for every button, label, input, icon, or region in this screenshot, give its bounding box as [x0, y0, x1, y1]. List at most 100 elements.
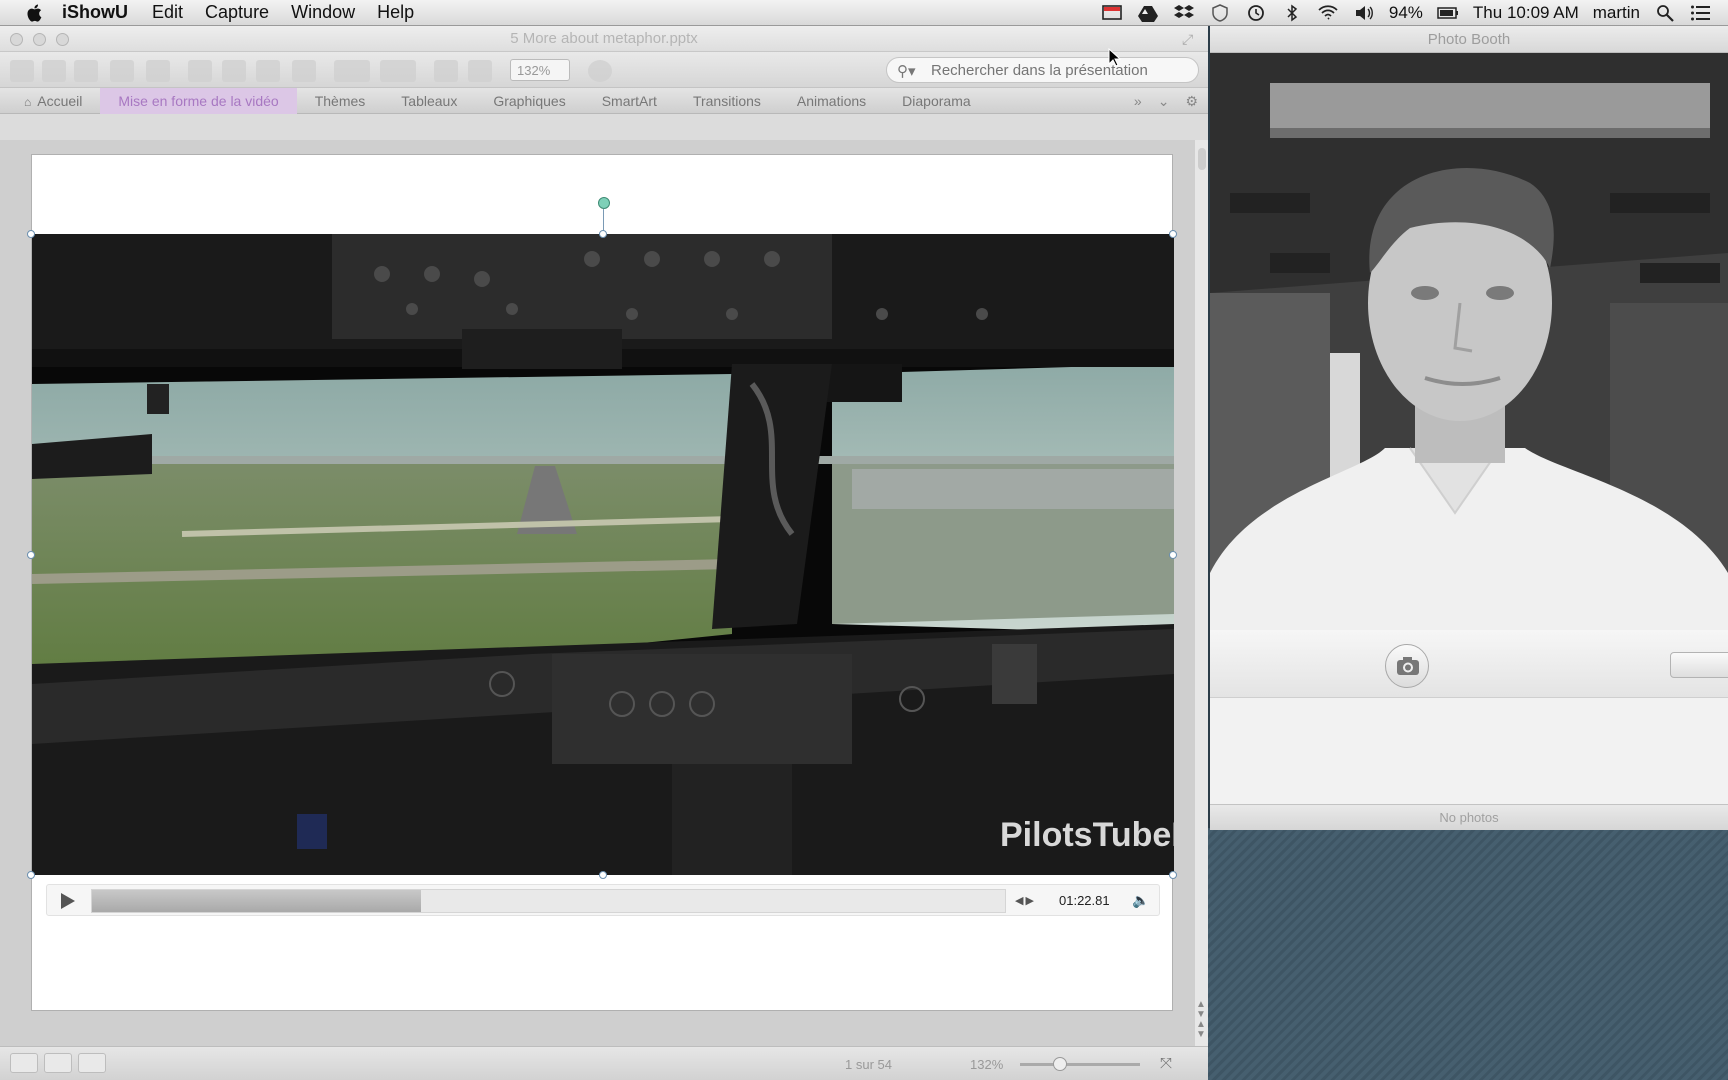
desktop-background: [1206, 828, 1728, 1080]
ribbon-tabs: ⌂ Accueil Mise en forme de la vidéo Thème…: [0, 87, 1208, 114]
video-frame[interactable]: PilotsTubeHD: [32, 234, 1174, 875]
save-icon[interactable]: [110, 60, 134, 82]
battery-icon[interactable]: [1437, 3, 1459, 23]
tab-label: Accueil: [37, 92, 83, 109]
shield-icon[interactable]: [1209, 3, 1231, 23]
more-tabs-icon[interactable]: »: [1134, 93, 1142, 109]
effects-button[interactable]: [1670, 652, 1728, 678]
selection-handle-br[interactable]: [1169, 871, 1177, 879]
tab-mise-en-forme-video[interactable]: Mise en forme de la vidéo: [100, 87, 297, 114]
collapse-ribbon-icon[interactable]: ⌄: [1158, 93, 1170, 110]
battery-percent: 94%: [1388, 3, 1423, 22]
volume-icon[interactable]: [1353, 3, 1375, 23]
search-field[interactable]: ⚲▾: [886, 57, 1199, 83]
video-time: 01:22.81: [1059, 893, 1110, 908]
video-scrubber[interactable]: [91, 889, 1006, 913]
photobooth-window: Photo Booth No photos: [1210, 26, 1728, 830]
print-icon[interactable]: [146, 60, 170, 82]
ribbon-settings-icon[interactable]: ⚙: [1185, 93, 1198, 110]
powerpoint-window: 5 More about metaphor.pptx ⤢ 132% ⚲▾ ⌂ Ac…: [0, 26, 1208, 1080]
photo-count: No photos: [1210, 804, 1728, 830]
spotlight-icon[interactable]: [1654, 3, 1676, 23]
step-icon[interactable]: ◀▶: [1015, 894, 1036, 907]
format-painter-icon[interactable]: [292, 60, 316, 82]
selection-handle-b[interactable]: [599, 871, 607, 879]
take-photo-button[interactable]: [1385, 644, 1429, 688]
zoom-slider-knob[interactable]: [1053, 1057, 1067, 1071]
zoom-field[interactable]: 132%: [510, 59, 570, 81]
search-input[interactable]: [931, 61, 1191, 79]
standard-toolbar: 132% ⚲▾: [0, 52, 1208, 88]
photobooth-titlebar[interactable]: Photo Booth: [1210, 26, 1728, 53]
selection-handle-r[interactable]: [1169, 551, 1177, 559]
ppt-titlebar[interactable]: 5 More about metaphor.pptx ⤢: [0, 26, 1208, 52]
tab-transitions[interactable]: Transitions: [675, 88, 779, 114]
slide-counter: 1 sur 54: [845, 1057, 892, 1072]
slide-canvas: PilotsTubeHD ◀▶ 01:22.81 🔈: [0, 140, 1194, 1046]
tab-themes[interactable]: Thèmes: [297, 88, 384, 114]
new-icon[interactable]: [10, 60, 34, 82]
menu-help[interactable]: Help: [377, 2, 414, 23]
bluetooth-icon[interactable]: [1281, 3, 1303, 23]
display-icon[interactable]: [1101, 3, 1123, 23]
cut-icon[interactable]: [188, 60, 212, 82]
selection-handle-tr[interactable]: [1169, 230, 1177, 238]
menu-bar: iShowU Edit Capture Window Help 94% Thu …: [0, 0, 1728, 26]
scroll-arrows-icon[interactable]: ▲ ▼ ▲ ▼: [1196, 1000, 1206, 1040]
rotation-handle[interactable]: [598, 197, 610, 209]
tab-animations[interactable]: Animations: [779, 88, 884, 114]
templates-icon[interactable]: [42, 60, 66, 82]
undo-icon[interactable]: [334, 60, 370, 82]
help-icon[interactable]: [588, 60, 612, 82]
menubar-clock[interactable]: Thu 10:09 AM: [1473, 3, 1579, 23]
slide: PilotsTubeHD ◀▶ 01:22.81 🔈: [27, 154, 1177, 1011]
scroll-thumb[interactable]: [1198, 148, 1206, 170]
slide-sorter-icon[interactable]: [44, 1053, 72, 1073]
menu-window[interactable]: Window: [291, 2, 355, 23]
tab-accueil[interactable]: ⌂ Accueil: [0, 88, 100, 114]
copy-icon[interactable]: [222, 60, 246, 82]
tab-smartart[interactable]: SmartArt: [584, 88, 675, 114]
tab-tableaux[interactable]: Tableaux: [383, 88, 475, 114]
fit-window-icon[interactable]: ⤧: [1160, 1055, 1172, 1072]
search-icon[interactable]: ⚲▾: [897, 62, 916, 80]
play-icon[interactable]: [61, 893, 75, 909]
status-bar: 1 sur 54 132% ⤧: [0, 1046, 1208, 1080]
menu-edit[interactable]: Edit: [152, 2, 183, 23]
time-machine-icon[interactable]: [1245, 3, 1267, 23]
normal-view-icon[interactable]: [10, 1053, 38, 1073]
selection-handle-t[interactable]: [599, 230, 607, 238]
menubar-user[interactable]: martin: [1593, 3, 1640, 23]
selection-handle-bl[interactable]: [27, 871, 35, 879]
photo-strip: [1210, 698, 1728, 804]
sidebar-toggle-icon[interactable]: [434, 60, 458, 82]
media-browser-icon[interactable]: [468, 60, 492, 82]
menu-capture[interactable]: Capture: [205, 2, 269, 23]
tab-diaporama[interactable]: Diaporama: [884, 88, 988, 114]
paste-icon[interactable]: [256, 60, 280, 82]
wifi-icon[interactable]: [1317, 3, 1339, 23]
menu-app-name[interactable]: iShowU: [62, 2, 128, 23]
open-icon[interactable]: [74, 60, 98, 82]
webcam-feed: [1210, 53, 1728, 630]
home-icon: ⌂: [24, 94, 32, 109]
menu-extras: 94% Thu 10:09 AM martin: [1101, 0, 1712, 26]
apple-icon[interactable]: [24, 2, 46, 24]
selection-handle-l[interactable]: [27, 551, 35, 559]
slideshow-icon[interactable]: [78, 1053, 106, 1073]
mouse-cursor-icon: [1108, 48, 1122, 67]
fullscreen-icon[interactable]: ⤢: [1182, 31, 1198, 47]
dropbox-icon[interactable]: [1173, 3, 1195, 23]
vertical-scrollbar[interactable]: ▲ ▼ ▲ ▼: [1194, 140, 1208, 1046]
zoom-slider[interactable]: [1020, 1063, 1140, 1066]
notification-list-icon[interactable]: [1690, 3, 1712, 23]
ribbon-tail: » ⌄ ⚙: [1134, 88, 1198, 114]
tab-graphiques[interactable]: Graphiques: [475, 88, 583, 114]
volume-icon[interactable]: 🔈: [1132, 892, 1149, 909]
video-controls: ◀▶ 01:22.81 🔈: [46, 884, 1160, 916]
google-drive-icon[interactable]: [1137, 3, 1159, 23]
selection-handle-tl[interactable]: [27, 230, 35, 238]
status-zoom: 132%: [970, 1057, 1004, 1072]
document-title: 5 More about metaphor.pptx: [510, 30, 698, 47]
redo-icon[interactable]: [380, 60, 416, 82]
